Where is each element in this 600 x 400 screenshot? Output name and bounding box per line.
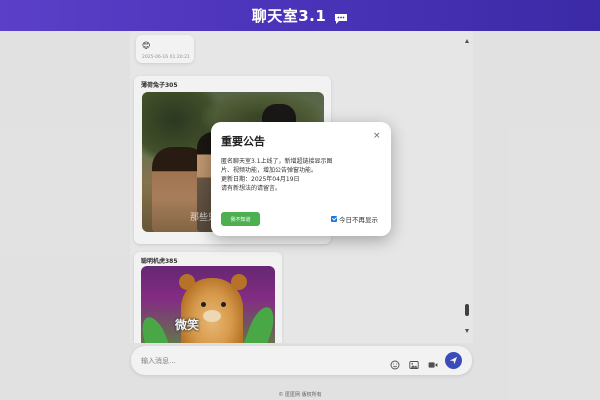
chat-bubble-icon [334,10,348,24]
checkbox-label: 今日不再显示 [339,216,378,224]
modal-line: 更新日期：2025年04月19日 [221,176,300,183]
close-icon[interactable]: × [373,131,381,141]
announcement-modal: 重要公告 × 匿名聊天室3.1上线了，新增超链接显示图 片、视频功能，增加公告弹… [211,122,391,236]
modal-title: 重要公告 [221,135,265,148]
modal-body: 匿名聊天室3.1上线了，新增超链接显示图 片、视频功能，增加公告弹窗功能。 更新… [221,157,386,193]
modal-line: 片、视频功能，增加公告弹窗功能。 [221,167,318,174]
checkbox-checked-icon[interactable] [331,216,337,222]
dont-show-today-checkbox[interactable]: 今日不再显示 [331,214,378,224]
dismiss-button[interactable]: 我不知道 [221,212,260,226]
modal-line: 请有新想法的请留言。 [221,185,282,192]
modal-line: 匿名聊天室3.1上线了，新增超链接显示图 [221,158,333,165]
app-header: 聊天室3.1 [0,0,600,31]
page-title: 聊天室3.1 [251,7,327,25]
